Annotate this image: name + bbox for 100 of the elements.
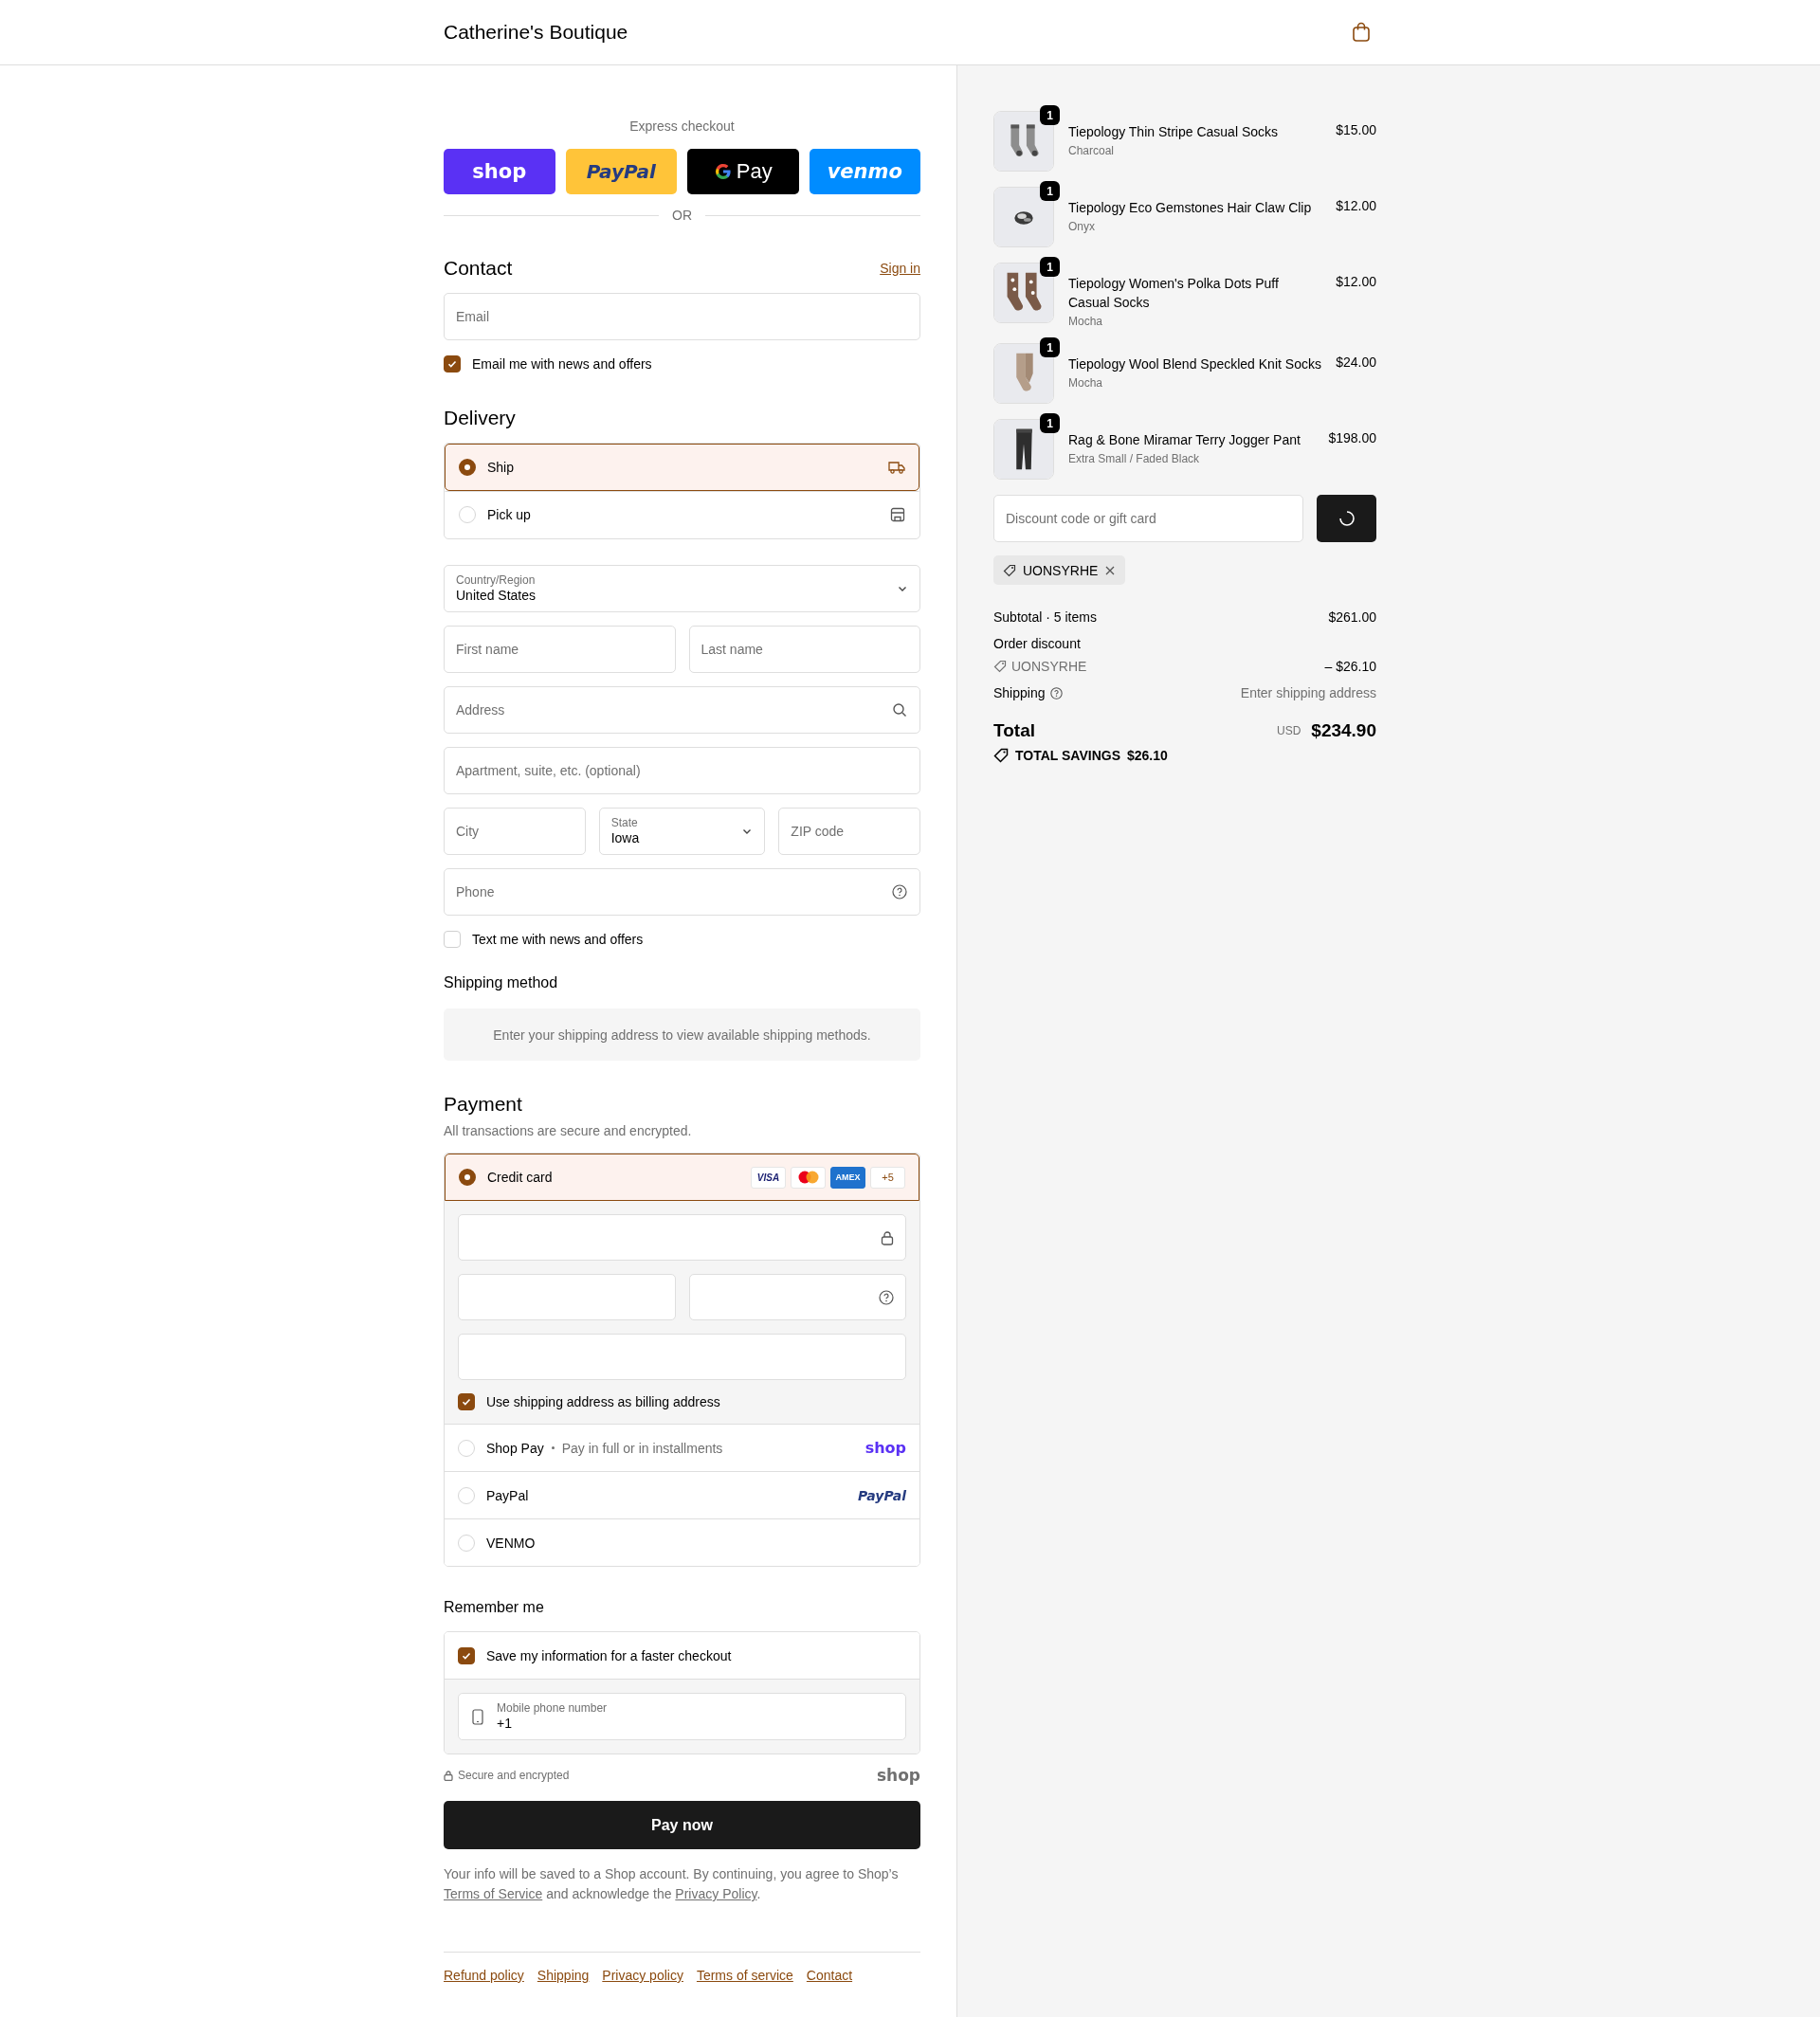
footer-link[interactable]: Refund policy — [444, 1968, 524, 1983]
subtotal-value: $261.00 — [1328, 609, 1376, 627]
quantity-badge: 1 — [1040, 413, 1060, 433]
payment-option[interactable]: Credit card VISA AMEX +5 — [445, 1154, 919, 1201]
sign-in-link[interactable]: Sign in — [880, 261, 920, 276]
product-name: Tiepology Women's Polka Dots Puff Casual Socks — [1068, 275, 1280, 312]
product-price: $12.00 — [1336, 197, 1376, 215]
input-field[interactable] — [458, 1274, 676, 1320]
input-field[interactable]: Last name — [688, 626, 920, 673]
savings-tag-icon — [993, 748, 1009, 763]
help-icon[interactable] — [892, 884, 907, 899]
subtotal-label: Subtotal · 5 items — [993, 609, 1097, 627]
input-field[interactable]: First name — [444, 626, 676, 673]
savings-value: $26.10 — [1127, 748, 1168, 763]
delivery-option[interactable]: Ship — [445, 444, 919, 491]
input-field[interactable]: Address — [444, 686, 920, 734]
divider-label: OR — [672, 208, 692, 223]
mastercard-logo — [791, 1166, 826, 1189]
legal-link[interactable]: Terms of Service — [444, 1886, 543, 1901]
google-pay-button[interactable]: Pay — [687, 149, 799, 194]
section-subtitle: All transactions are secure and encrypted. — [444, 1123, 693, 1138]
google-logo-icon — [713, 162, 733, 181]
store-name[interactable]: Catherine's Boutique — [444, 21, 628, 44]
product-variant: Mocha — [1068, 376, 1104, 390]
product-variant: Extra Small / Faded Black — [1068, 452, 1201, 465]
section-heading: Contact — [444, 257, 513, 280]
footer-link[interactable]: Contact — [806, 1968, 853, 1983]
payment-logo: shop — [864, 1439, 906, 1457]
lock-icon — [881, 1229, 894, 1245]
select-field[interactable]: State Iowa — [598, 808, 766, 855]
input-field[interactable]: ZIP code — [778, 808, 920, 855]
discount-label: Order discount — [993, 635, 1081, 653]
input-field[interactable] — [458, 1214, 906, 1261]
shop-logo: shop — [876, 1766, 920, 1785]
input-field[interactable] — [688, 1274, 906, 1320]
checkbox-label: Save my information for a faster checkout — [486, 1647, 732, 1663]
phone-field[interactable]: Mobile phone number +1 — [458, 1693, 906, 1740]
pay-now-button[interactable]: Pay now — [444, 1801, 920, 1849]
quantity-badge: 1 — [1040, 337, 1060, 357]
legal-notice: Your info will be saved to a Shop account. By continuing, you agree to Shop’s Terms of Service and acknowledge the Privacy Policy. — [444, 1865, 900, 1903]
checkmark-icon — [461, 1396, 472, 1408]
more-brands-label: +5 — [870, 1166, 905, 1189]
input-field[interactable]: Phone — [444, 868, 920, 916]
checkbox-label: Email me with news and offers — [472, 356, 652, 372]
checkbox[interactable] — [458, 1393, 475, 1410]
help-icon[interactable] — [879, 1289, 894, 1305]
select-field[interactable]: Country/Region United States — [444, 565, 920, 612]
total-label: Total — [993, 719, 1035, 742]
shipping-label: Shipping — [993, 684, 1046, 702]
discount-amount: – $26.10 — [1324, 658, 1376, 676]
footer-link[interactable]: Terms of service — [696, 1968, 793, 1983]
savings-label: TOTAL SAVINGS — [1015, 748, 1120, 763]
loading-spinner-icon — [1338, 510, 1356, 527]
product-name: Rag & Bone Miramar Terry Jogger Pant — [1068, 431, 1301, 449]
product-price: $15.00 — [1336, 121, 1376, 139]
help-icon[interactable] — [1049, 686, 1063, 700]
section-subheading: Remember me — [444, 1599, 545, 1616]
discount-code: UONSYRHE — [1011, 658, 1087, 676]
radio-button[interactable] — [459, 459, 476, 476]
footer-link[interactable]: Shipping — [537, 1968, 590, 1983]
footer-link[interactable]: Privacy policy — [602, 1968, 683, 1983]
input-field[interactable] — [458, 1334, 906, 1380]
search-icon — [892, 702, 907, 718]
tag-icon — [1003, 563, 1016, 577]
section-heading: Delivery — [444, 407, 517, 429]
radio-button[interactable] — [459, 1169, 476, 1186]
shop-pay-button[interactable]: shop — [444, 149, 555, 194]
close-icon[interactable] — [1104, 564, 1117, 576]
tag-icon — [993, 660, 1007, 673]
input-field[interactable]: Discount code or gift card — [993, 495, 1303, 542]
checkmark-icon — [446, 358, 458, 370]
discount-code: UONSYRHE — [1023, 562, 1099, 578]
product-price: $12.00 — [1336, 273, 1376, 291]
shipping-method-notice: Enter your shipping address to view available shipping methods. — [444, 1008, 920, 1061]
input-field[interactable]: Apartment, suite, etc. (optional) — [444, 747, 920, 794]
truck-icon — [888, 461, 905, 474]
express-checkout-title: Express checkout — [628, 118, 736, 134]
input-field[interactable]: City — [444, 808, 586, 855]
product-name: Tiepology Thin Stripe Casual Socks — [1068, 123, 1279, 141]
quantity-badge: 1 — [1040, 105, 1060, 125]
quantity-badge: 1 — [1040, 181, 1060, 201]
apply-button[interactable] — [1317, 495, 1376, 542]
paypal-button[interactable]: PayPal — [565, 149, 677, 194]
payment-option[interactable]: VENMO — [445, 1518, 919, 1566]
checkbox-label: Use shipping address as billing address — [486, 1394, 720, 1409]
product-variant: Mocha — [1068, 315, 1104, 328]
total-value: $234.90 — [1311, 719, 1376, 742]
shopping-bag-icon[interactable] — [1352, 22, 1371, 43]
secure-note: Secure and encrypted — [458, 1769, 570, 1782]
checkbox[interactable] — [458, 1646, 475, 1664]
checkbox[interactable] — [444, 355, 461, 373]
checkbox-label: Text me with news and offers — [472, 932, 644, 947]
product-name: Tiepology Eco Gemstones Hair Claw Clip — [1068, 199, 1313, 217]
card-brand-logo: VISA — [751, 1166, 786, 1189]
store-icon — [890, 507, 905, 522]
delivery-option[interactable]: Pick up — [445, 491, 919, 538]
mobile-phone-icon — [472, 1708, 483, 1725]
currency-code: USD — [1276, 723, 1301, 739]
quantity-badge: 1 — [1040, 257, 1060, 277]
input-field[interactable]: Email — [444, 293, 920, 340]
